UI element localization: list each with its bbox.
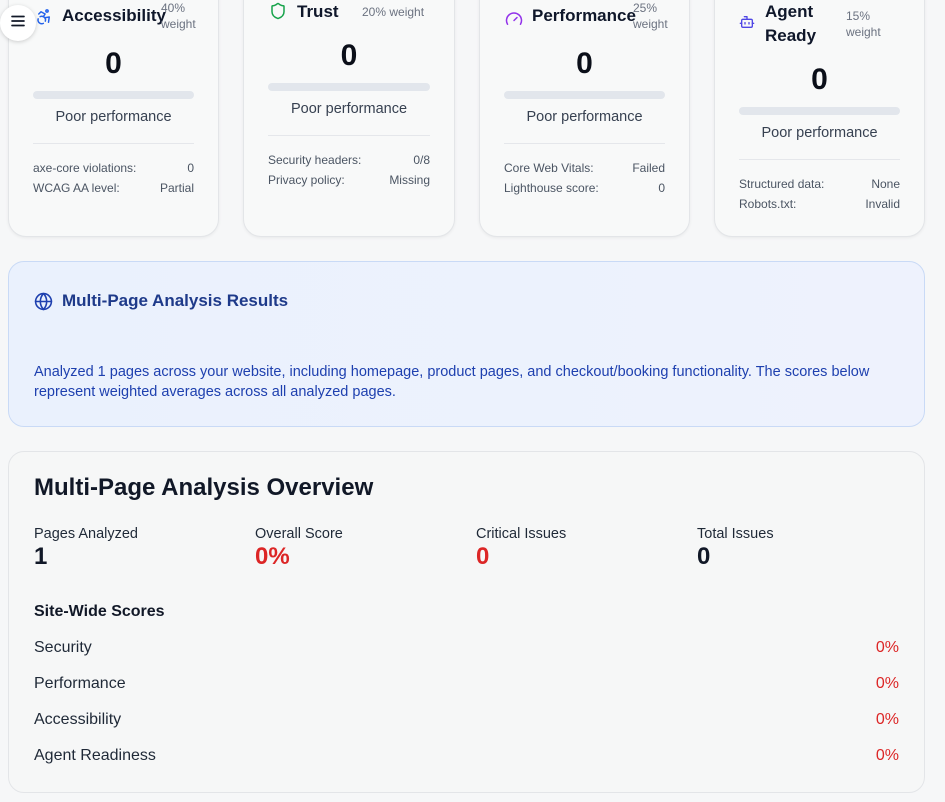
stat-pages-analyzed: Pages Analyzed 1 — [34, 526, 138, 571]
score-cards: Accessibility 40% weight 0 Poor performa… — [8, 0, 925, 237]
card-weight: 40% weight — [161, 1, 196, 31]
stat-value: 0 — [476, 543, 490, 570]
performance-card: Performance 25% weight 0 Poor performanc… — [479, 0, 690, 237]
card-score: 0 — [576, 47, 593, 80]
card-title: Performance — [532, 6, 636, 25]
score-progress-bar — [504, 91, 665, 99]
stat-value: 1 — [34, 543, 48, 570]
accessibility-icon — [35, 8, 53, 26]
card-weight: 25% weight — [633, 1, 668, 31]
divider — [268, 135, 430, 136]
site-wide-scores-title: Site-Wide Scores — [34, 603, 165, 620]
gauge-icon — [505, 10, 523, 28]
card-metric-row: Privacy policy: Missing — [268, 173, 430, 187]
card-status: Poor performance — [526, 109, 643, 125]
score-progress-bar — [739, 107, 900, 115]
card-title: Accessibility — [62, 6, 166, 25]
multi-page-results-banner: Multi-Page Analysis Results Analyzed 1 p… — [8, 261, 925, 427]
card-status: Poor performance — [55, 109, 172, 125]
divider — [33, 143, 194, 144]
stat-label: Total Issues — [697, 526, 774, 542]
agent-ready-card: Agent Ready 15% weight 0 Poor performanc… — [714, 0, 925, 237]
card-metric-row: WCAG AA level: Partial — [33, 181, 194, 195]
stat-label: Pages Analyzed — [34, 526, 138, 542]
card-title: Trust — [297, 2, 339, 21]
shield-icon — [269, 2, 287, 20]
stat-value: 0 — [697, 543, 711, 570]
card-score: 0 — [340, 39, 358, 72]
bot-icon — [739, 14, 757, 32]
site-score-row-accessibility: Accessibility 0% — [34, 711, 899, 728]
stat-overall-score: Overall Score 0% — [255, 526, 343, 571]
card-metric-row: Robots.txt: Invalid — [739, 197, 900, 211]
card-weight: 15% weight — [846, 9, 881, 39]
divider — [504, 143, 665, 144]
site-score-row-agent-readiness: Agent Readiness 0% — [34, 747, 899, 764]
overview-title: Multi-Page Analysis Overview — [34, 474, 374, 501]
card-score: 0 — [811, 63, 828, 96]
card-metric-row: axe-core violations: 0 — [33, 161, 194, 175]
stat-total-issues: Total Issues 0 — [697, 526, 774, 571]
card-title: Agent — [765, 2, 814, 21]
card-title: Ready — [765, 26, 817, 45]
card-score: 0 — [105, 47, 122, 80]
divider — [739, 159, 900, 160]
card-metric-row: Core Web Vitals: Failed — [504, 161, 665, 175]
banner-text: Analyzed 1 pages across your website, in… — [34, 364, 870, 400]
menu-button[interactable] — [0, 5, 36, 41]
score-progress-bar — [268, 83, 430, 91]
globe-icon — [34, 292, 53, 316]
card-status: Poor performance — [290, 101, 408, 117]
accessibility-card: Accessibility 40% weight 0 Poor performa… — [8, 0, 219, 237]
card-weight: 20% weight — [362, 5, 425, 19]
stat-label: Overall Score — [255, 526, 343, 542]
site-score-row-performance: Performance 0% — [34, 675, 899, 692]
trust-card: Trust 20% weight 0 Poor performance Secu… — [243, 0, 455, 237]
banner-title: Multi-Page Analysis Results — [62, 291, 289, 310]
menu-icon — [9, 12, 27, 35]
site-score-row-security: Security 0% — [34, 639, 899, 656]
card-status: Poor performance — [761, 125, 878, 141]
card-metric-row: Lighthouse score: 0 — [504, 181, 665, 195]
card-metric-row: Structured data: None — [739, 177, 900, 191]
stat-value: 0% — [255, 543, 290, 570]
multi-page-overview: Multi-Page Analysis Overview Pages Analy… — [8, 451, 925, 793]
stat-label: Critical Issues — [476, 526, 567, 542]
score-progress-bar — [33, 91, 194, 99]
card-metric-row: Security headers: 0/8 — [268, 153, 430, 167]
stat-critical-issues: Critical Issues 0 — [476, 526, 566, 571]
